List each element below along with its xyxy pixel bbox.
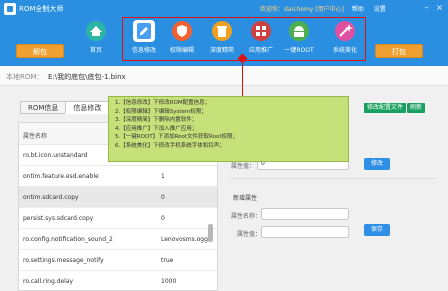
toolbar-label: 首页 bbox=[89, 47, 102, 54]
top-right-links: 欢迎你：daichemy [用户中心] 帮助 设置 bbox=[260, 4, 394, 13]
property-name-input[interactable] bbox=[261, 208, 349, 220]
row-value: Lenovosms.ogg bbox=[161, 236, 208, 243]
edit-config-button[interactable]: 修改配置文件 bbox=[364, 103, 407, 113]
tab-info-edit[interactable]: 信息修改 bbox=[65, 101, 110, 114]
right-actions: 修改配置文件 刷新 bbox=[363, 103, 426, 113]
row-key: persist.sys.sdcard.copy bbox=[23, 215, 94, 222]
path-bar: 本地ROM： E:\我的底包\底包-1.binx bbox=[0, 66, 448, 86]
path-value: E:\我的底包\底包-1.binx bbox=[48, 73, 126, 81]
row-key: ro.bt.icon.unstandard bbox=[23, 152, 88, 159]
name-label: 属性名称： bbox=[231, 213, 262, 220]
row-value: 1 bbox=[161, 173, 165, 180]
app-logo-icon bbox=[4, 3, 16, 15]
home-icon bbox=[85, 20, 107, 42]
row-key: ro.call.ring.delay bbox=[23, 278, 74, 285]
settings-link[interactable]: 设置 bbox=[374, 6, 386, 13]
callout-connector bbox=[242, 58, 243, 96]
callout-line: 4.【应用推广】下加入推广应用； bbox=[115, 125, 198, 132]
table-row[interactable]: ro.config.notification_sound_2 Lenovosms.… bbox=[19, 229, 217, 250]
app-title: ROM全制大师 bbox=[19, 5, 64, 13]
row-key: ontim.feature.esd.enable bbox=[23, 173, 99, 180]
row-value: 0 bbox=[161, 194, 165, 201]
value-label: 属性值： bbox=[231, 163, 256, 170]
row-value: 1000 bbox=[161, 278, 177, 285]
refresh-button[interactable]: 刷新 bbox=[407, 103, 426, 113]
callout-line: 5.【一键ROOT】下添加Root文件获取Root权限； bbox=[115, 134, 239, 141]
callout-line: 6.【系统美化】下修改手机系统字体和铃声； bbox=[115, 142, 225, 149]
table-row[interactable]: ro.call.ring.delay 1000 bbox=[19, 271, 217, 291]
callout-line: 1.【信息修改】下修改ROM配置信息； bbox=[115, 100, 211, 106]
divider bbox=[230, 178, 435, 179]
modify-button[interactable]: 修改 bbox=[364, 158, 390, 170]
window-controls: – × bbox=[418, 3, 444, 12]
row-value: 0 bbox=[161, 215, 165, 222]
new-property-group-label: 新增属性 bbox=[233, 195, 258, 202]
table-row[interactable]: ro.settings.message_notify true bbox=[19, 250, 217, 271]
table-row[interactable]: ontim.feature.esd.enable 1 bbox=[19, 166, 217, 187]
table-row-selected[interactable]: ontim.sdcard.copy 0 bbox=[19, 187, 217, 208]
pack-button[interactable]: 打包 bbox=[375, 44, 423, 58]
minimize-icon[interactable]: – bbox=[422, 3, 431, 12]
help-callout: 1.【信息修改】下修改ROM配置信息； 2.【权限编辑】下编辑System权限；… bbox=[108, 96, 349, 162]
row-key: ro.config.notification_sound_2 bbox=[23, 236, 113, 243]
callout-line: 2.【权限编辑】下编辑System权限； bbox=[115, 108, 207, 115]
row-key: ontim.sdcard.copy bbox=[23, 194, 79, 201]
toolbar-home[interactable]: 首页 bbox=[77, 14, 115, 60]
new-value-label: 属性值： bbox=[237, 231, 262, 238]
column-header-name: 属性名称 bbox=[23, 133, 48, 140]
close-icon[interactable]: × bbox=[435, 3, 444, 12]
help-link[interactable]: 帮助 bbox=[352, 6, 364, 13]
table-scrollbar[interactable] bbox=[208, 224, 213, 242]
unpack-button[interactable]: 解包 bbox=[16, 44, 64, 58]
row-key: ro.settings.message_notify bbox=[23, 257, 104, 264]
row-value: true bbox=[161, 257, 174, 264]
tab-rom-info[interactable]: ROM信息 bbox=[20, 101, 67, 114]
save-button[interactable]: 保存 bbox=[364, 224, 390, 236]
path-label: 本地ROM： bbox=[6, 73, 44, 81]
table-row[interactable]: persist.sys.sdcard.copy 0 bbox=[19, 208, 217, 229]
welcome-user-link[interactable]: 欢迎你：daichemy [用户中心] bbox=[260, 6, 344, 13]
callout-line: 3.【深度精简】下删除内置软件； bbox=[115, 117, 198, 124]
tab-bar: ROM信息 信息修改 bbox=[20, 101, 110, 115]
property-value-input[interactable] bbox=[261, 226, 349, 238]
